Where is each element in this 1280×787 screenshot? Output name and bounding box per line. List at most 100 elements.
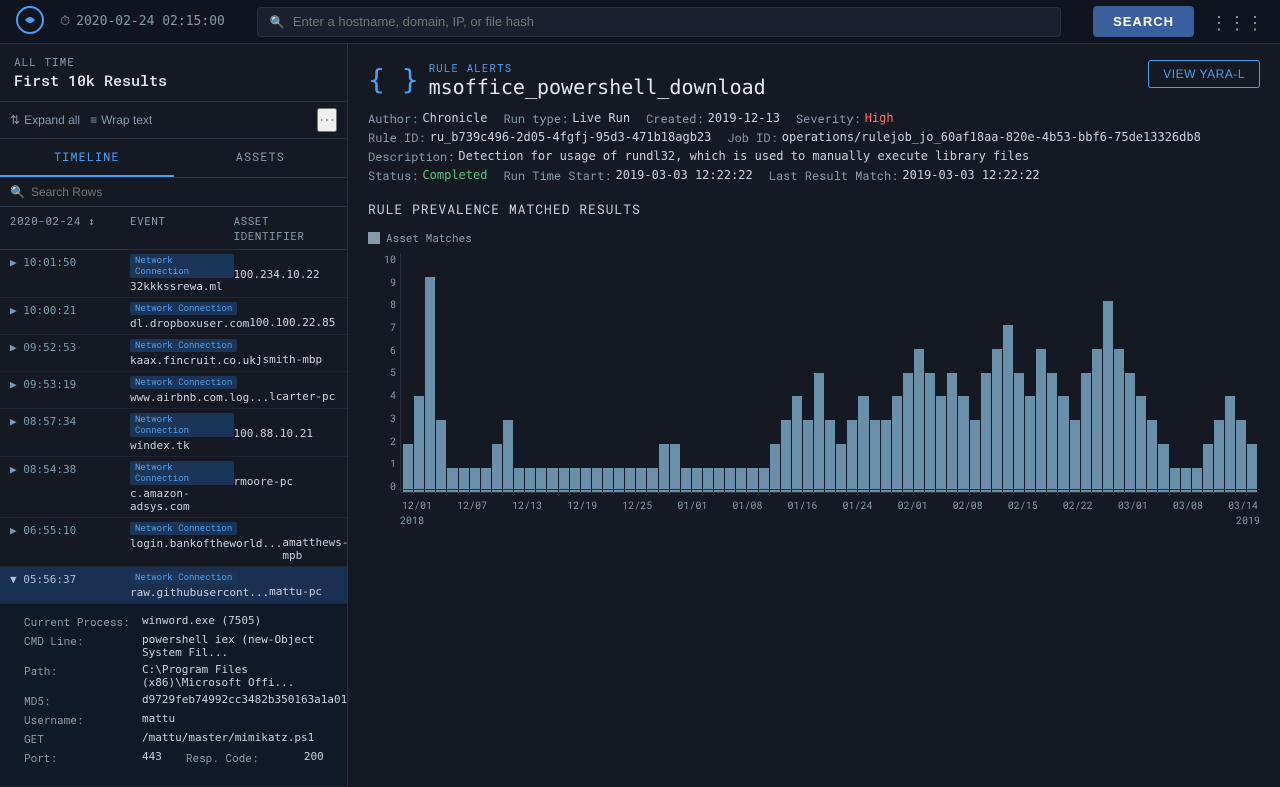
asset-identifier: jsmith-mbp xyxy=(256,339,337,366)
search-rows-input[interactable] xyxy=(31,185,186,199)
chart-bar xyxy=(881,420,891,492)
year-label-right: 2019 xyxy=(1236,514,1260,527)
results-header: ALL TIME First 10k Results xyxy=(0,44,347,102)
run-start-key: Run Time Start: xyxy=(503,168,611,184)
chart-bar xyxy=(1047,373,1057,493)
asset-identifier: 100.234.10.22 xyxy=(234,254,338,281)
list-item[interactable]: ▼ 05:56:37 Network Connection raw.github… xyxy=(0,567,347,787)
tab-timeline[interactable]: TIMELINE xyxy=(0,139,174,177)
right-panel: { } RULE ALERTS msoffice_powershell_down… xyxy=(348,44,1280,787)
created-val: 2019-12-13 xyxy=(708,111,780,127)
wrap-text-button[interactable]: ≡ Wrap text xyxy=(90,113,152,127)
search-rows-bar: 🔍 xyxy=(0,178,347,207)
event-value: login.bankoftheworld... xyxy=(130,537,282,550)
list-item[interactable]: ▶ 09:53:19 Network Connection www.airbnb… xyxy=(0,372,347,409)
datetime-display: ⏱ 2020-02-24 02:15:00 xyxy=(60,14,225,29)
search-button[interactable]: SEARCH xyxy=(1093,6,1194,37)
list-item[interactable]: ▶ 08:54:38 Network Connection c.amazon-a… xyxy=(0,457,347,518)
legend-label: Asset Matches xyxy=(386,230,472,245)
job-id-key: Job ID: xyxy=(727,130,777,146)
list-item[interactable]: ▶ 10:01:50 Network Connection 32kkkssrew… xyxy=(0,250,347,298)
last-match-val: 2019-03-03 12:22:22 xyxy=(902,168,1039,184)
list-item[interactable]: ▶ 09:52:53 Network Connection kaax.fincr… xyxy=(0,335,347,372)
search-rows-icon: 🔍 xyxy=(10,184,25,200)
chart-bar xyxy=(1103,301,1113,492)
expand-all-button[interactable]: ⇅ Expand all xyxy=(10,113,80,127)
rule-id-val: ru_b739c496-2d05-4fgfj-95d3-471b18agb23 xyxy=(430,130,712,146)
list-item[interactable]: ▶ 10:00:21 Network Connection dl.dropbox… xyxy=(0,298,347,335)
global-search-bar[interactable]: 🔍 xyxy=(257,7,1061,37)
status-val: Completed xyxy=(422,168,487,184)
chart-bar xyxy=(1158,444,1168,492)
chart-bar xyxy=(792,396,802,492)
expanded-event-details: Current Process: winword.exe (7505) CMD … xyxy=(0,603,347,786)
chart-bar xyxy=(781,420,791,492)
chart-bar xyxy=(670,444,680,492)
chart-bar xyxy=(803,420,813,492)
col-asset: ASSET IDENTIFIER xyxy=(234,213,338,243)
chart-bar xyxy=(825,420,835,492)
run-type-key: Run type: xyxy=(503,111,568,127)
event-value: windex.tk xyxy=(130,439,234,452)
severity-key: Severity: xyxy=(796,111,861,127)
status-key: Status: xyxy=(368,168,418,184)
asset-identifier: 100.100.22.85 xyxy=(249,302,337,329)
rule-title: msoffice_powershell_download xyxy=(429,75,766,99)
chart-bar xyxy=(1070,420,1080,492)
global-search-input[interactable] xyxy=(293,14,1048,29)
apps-grid-icon[interactable]: ⋮⋮⋮ xyxy=(1210,10,1264,34)
list-item[interactable]: ▶ 06:55:10 Network Connection login.bank… xyxy=(0,518,347,567)
main-layout: ALL TIME First 10k Results ⇅ Expand all … xyxy=(0,44,1280,787)
chart-wrapper: 10 9 8 7 6 5 4 3 2 1 0 12/01 12/07 12/13… xyxy=(368,253,1260,527)
event-value: c.amazon-adsys.com xyxy=(130,487,234,513)
chart-bar xyxy=(1003,325,1013,492)
logo[interactable] xyxy=(16,6,44,38)
chart-bar xyxy=(1114,349,1124,492)
col-date: 2020-02-24 ↕ xyxy=(10,213,130,243)
year-label-left: 2018 xyxy=(400,514,424,527)
chart-bar xyxy=(1092,349,1102,492)
chart-bar xyxy=(1014,373,1024,493)
chart-x-labels: 12/01 12/07 12/13 12/19 12/25 01/01 01/0… xyxy=(400,499,1260,512)
expand-toggle-icon: ▶ xyxy=(10,524,17,537)
asset-identifier: amatthews-mpb xyxy=(282,522,347,562)
last-match-key: Last Result Match: xyxy=(769,168,899,184)
expand-toggle-icon: ▶ xyxy=(10,256,17,269)
asset-identifier: lcarter-pc xyxy=(269,376,337,403)
rule-icon: { } xyxy=(368,63,419,96)
chart-bar xyxy=(1247,444,1257,492)
chart-bar xyxy=(503,420,513,492)
col-event: EVENT xyxy=(130,213,234,243)
meta-row-author: Author: Chronicle Run type: Live Run Cre… xyxy=(368,111,1260,127)
chart-bar xyxy=(1058,396,1068,492)
asset-identifier: rmoore-pc xyxy=(234,461,338,488)
chart-bar xyxy=(936,396,946,492)
meta-row-status: Status: Completed Run Time Start: 2019-0… xyxy=(368,168,1260,184)
chart-bar xyxy=(858,396,868,492)
chart-bar xyxy=(914,349,924,492)
top-navigation: ⏱ 2020-02-24 02:15:00 🔍 SEARCH ⋮⋮⋮ xyxy=(0,0,1280,44)
chart-bar xyxy=(958,396,968,492)
detail-get: /mattu/master/mimikatz.ps1 xyxy=(142,731,314,746)
more-options-button[interactable]: ⋯ xyxy=(317,108,337,132)
chart-bar xyxy=(436,420,446,492)
legend-box-icon xyxy=(368,232,380,244)
events-list: ▶ 10:01:50 Network Connection 32kkkssrew… xyxy=(0,250,347,787)
event-badge: Network Connection xyxy=(130,254,234,278)
expand-toggle-icon: ▼ xyxy=(10,573,17,586)
event-value: raw.githubusercont... xyxy=(130,586,269,599)
detail-md5: d9729feb74992cc3482b350163a1a010 xyxy=(142,693,347,708)
expand-toggle-icon: ▶ xyxy=(10,415,17,428)
list-item[interactable]: ▶ 08:57:34 Network Connection windex.tk … xyxy=(0,409,347,457)
event-badge: Network Connection xyxy=(130,571,237,584)
chart-y-axis: 10 9 8 7 6 5 4 3 2 1 0 xyxy=(368,253,396,493)
expand-icon: ⇅ xyxy=(10,113,20,127)
run-start-val: 2019-03-03 12:22:22 xyxy=(615,168,752,184)
chart-bar xyxy=(414,396,424,492)
view-yaral-button[interactable]: VIEW YARA-L xyxy=(1148,60,1260,88)
chart-bar xyxy=(1203,444,1213,492)
chart-bar xyxy=(1136,396,1146,492)
results-count-label: First 10k Results xyxy=(14,71,333,91)
detail-path: C:\Program Files (x86)\Microsoft Offi... xyxy=(142,663,335,689)
tab-assets[interactable]: ASSETS xyxy=(174,139,348,177)
